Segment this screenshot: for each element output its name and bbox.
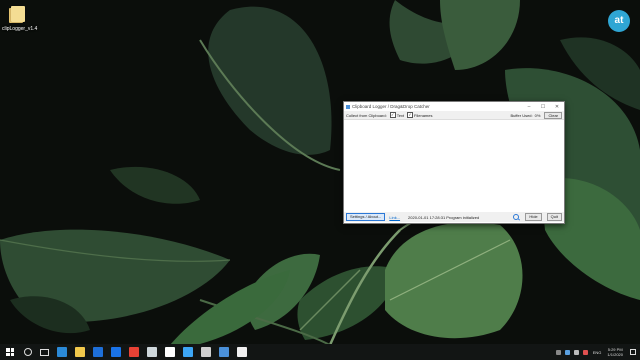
clipboard-logger-icon[interactable] [219,347,229,357]
minimize-button[interactable]: – [522,104,536,110]
notification-icon[interactable] [630,349,636,355]
status-text: 2020-01-01 17:28:31 Program initialized [408,214,480,220]
terminal-icon[interactable] [201,347,211,357]
taskbar-apps [53,347,251,357]
language-indicator[interactable]: ENG [593,350,602,355]
search-icon[interactable] [513,214,520,220]
hide-button[interactable]: Hide [525,213,542,221]
chrome-icon[interactable] [129,347,139,357]
media-icon[interactable] [183,347,193,357]
windows-start-icon[interactable] [6,348,14,356]
filenames-checkbox[interactable]: ✓ [407,112,414,118]
system-tray: ENG 5:29 PM 1/1/2020 [554,347,640,357]
chevron-up-icon[interactable] [555,349,561,355]
network-icon[interactable] [564,349,570,355]
app-tray-icon[interactable] [582,349,588,355]
text-checkbox[interactable]: ✓ [389,112,396,118]
clear-button[interactable]: Clear [544,111,562,119]
clock-date: 1/1/2020 [607,352,623,357]
brand-logo: at [608,10,630,32]
footer-bar: Settings / About... Link... 2020-01-01 1… [344,212,564,222]
filenames-checkbox-label: Filenames [414,112,433,118]
volume-icon[interactable] [573,349,579,355]
store-icon[interactable] [93,347,103,357]
window-title: Clipboard Logger / Drag&Drop Catcher [352,104,430,109]
mail-icon[interactable] [111,347,121,357]
close-button[interactable]: ✕ [550,104,564,110]
folder-icon [9,6,25,24]
edge-icon[interactable] [57,347,67,357]
text-checkbox-label: Text [396,112,405,118]
buffer-label: Buffer Used: [510,112,533,118]
buffer-value: 0% [534,112,541,118]
clipboard-logger-window: Clipboard Logger / Drag&Drop Catcher – ☐… [343,101,565,224]
window-titlebar[interactable]: Clipboard Logger / Drag&Drop Catcher – ☐… [344,102,564,111]
app-icon [346,104,350,109]
collect-label: Collect from Clipboard: [346,112,387,118]
options-bar: Collect from Clipboard: ✓ Text ✓ Filenam… [344,111,564,120]
quit-button[interactable]: Quit [546,213,562,221]
settings-about-button[interactable]: Settings / About... [346,213,386,221]
log-area[interactable] [344,120,564,212]
desktop-icon-label: clipLogger_v1.4 [2,26,38,32]
link-button[interactable]: Link... [389,215,400,220]
search-icon[interactable] [24,348,32,356]
maximize-button[interactable]: ☐ [536,104,550,110]
file-explorer-icon[interactable] [75,347,85,357]
steam-icon[interactable] [147,347,157,357]
desktop-icon-cliplogger[interactable]: clipLogger_v1.4 [2,4,38,32]
task-view-icon[interactable] [40,348,49,356]
document-icon[interactable] [165,347,175,357]
taskbar: ENG 5:29 PM 1/1/2020 [0,344,640,360]
clock[interactable]: 5:29 PM 1/1/2020 [607,347,623,357]
notepad-icon[interactable] [237,347,247,357]
